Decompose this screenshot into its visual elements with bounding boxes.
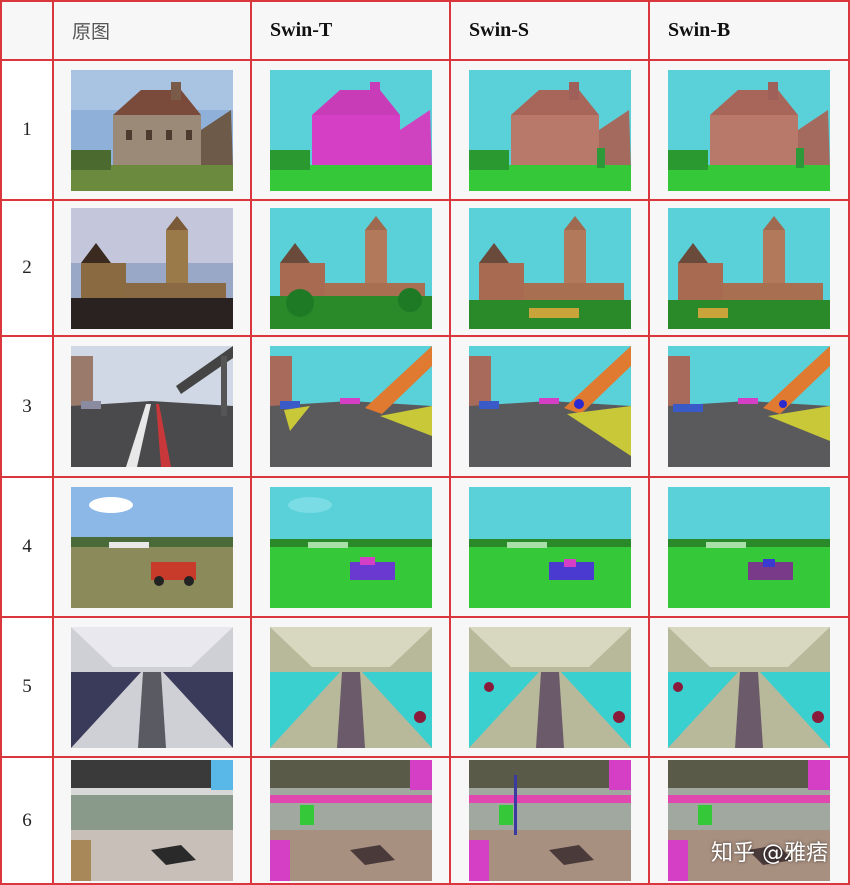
- swin-s-segmentation: [468, 346, 631, 467]
- swin-s-segmentation: [468, 486, 631, 608]
- table-row: 1: [0, 59, 850, 201]
- original-image-cell: [52, 616, 252, 758]
- row-number: 5: [0, 616, 54, 758]
- swin-t-result-cell: [250, 199, 451, 337]
- original-image-cell: [52, 199, 252, 337]
- original-image: [71, 760, 233, 881]
- swin-s-result-cell: [449, 756, 650, 885]
- swin-b-result-cell: [648, 616, 850, 758]
- header-row: 原图 Swin-T Swin-S Swin-B: [0, 0, 850, 61]
- swin-t-segmentation: [269, 626, 432, 748]
- swin-b-segmentation: [668, 69, 830, 191]
- swin-t-segmentation: [269, 346, 432, 467]
- swin-b-result-cell: [648, 476, 850, 618]
- row-number: 3: [0, 335, 54, 478]
- row-number: 4: [0, 476, 54, 618]
- header-swin-b: Swin-B: [648, 0, 850, 61]
- header-swin-t: Swin-T: [250, 0, 451, 61]
- watermark-text: 知乎 @雅痞: [711, 841, 828, 866]
- swin-s-result-cell: [449, 616, 650, 758]
- swin-b-segmentation: [668, 346, 830, 467]
- original-image: [71, 486, 233, 608]
- row-number: 1: [0, 59, 54, 201]
- swin-t-segmentation: [269, 486, 432, 608]
- swin-b-result-cell: [648, 335, 850, 478]
- swin-t-segmentation: [269, 69, 432, 191]
- row-number: 2: [0, 199, 54, 337]
- original-image: [71, 69, 233, 191]
- original-image: [71, 626, 233, 748]
- original-image-cell: [52, 59, 252, 201]
- row-number: 6: [0, 756, 54, 885]
- swin-t-result-cell: [250, 476, 451, 618]
- swin-t-segmentation: [269, 207, 432, 329]
- swin-t-segmentation: [269, 760, 432, 881]
- swin-s-result-cell: [449, 199, 650, 337]
- swin-b-segmentation: [668, 207, 830, 329]
- header-original: 原图: [52, 0, 252, 61]
- swin-t-result-cell: [250, 616, 451, 758]
- swin-b-result-cell: [648, 199, 850, 337]
- swin-t-result-cell: [250, 756, 451, 885]
- comparison-table: 原图 Swin-T Swin-S Swin-B 1 2 3 4 5 6: [0, 0, 850, 885]
- swin-b-result-cell: [648, 59, 850, 201]
- table-row: 2: [0, 199, 850, 337]
- original-image-cell: [52, 476, 252, 618]
- swin-b-segmentation: [668, 626, 830, 748]
- swin-s-result-cell: [449, 476, 650, 618]
- original-image-cell: [52, 335, 252, 478]
- swin-s-segmentation: [468, 207, 631, 329]
- swin-s-segmentation: [468, 626, 631, 748]
- swin-s-result-cell: [449, 335, 650, 478]
- table-row: 3: [0, 335, 850, 478]
- swin-s-result-cell: [449, 59, 650, 201]
- original-image: [71, 207, 233, 329]
- swin-t-result-cell: [250, 59, 451, 201]
- swin-t-result-cell: [250, 335, 451, 478]
- table-row: 5: [0, 616, 850, 758]
- table-row: 4: [0, 476, 850, 618]
- header-swin-s: Swin-S: [449, 0, 650, 61]
- original-image-cell: [52, 756, 252, 885]
- original-image: [71, 346, 233, 467]
- swin-s-segmentation: [468, 69, 631, 191]
- swin-b-segmentation: [668, 486, 830, 608]
- header-corner: [0, 0, 54, 61]
- swin-s-segmentation: [468, 760, 631, 881]
